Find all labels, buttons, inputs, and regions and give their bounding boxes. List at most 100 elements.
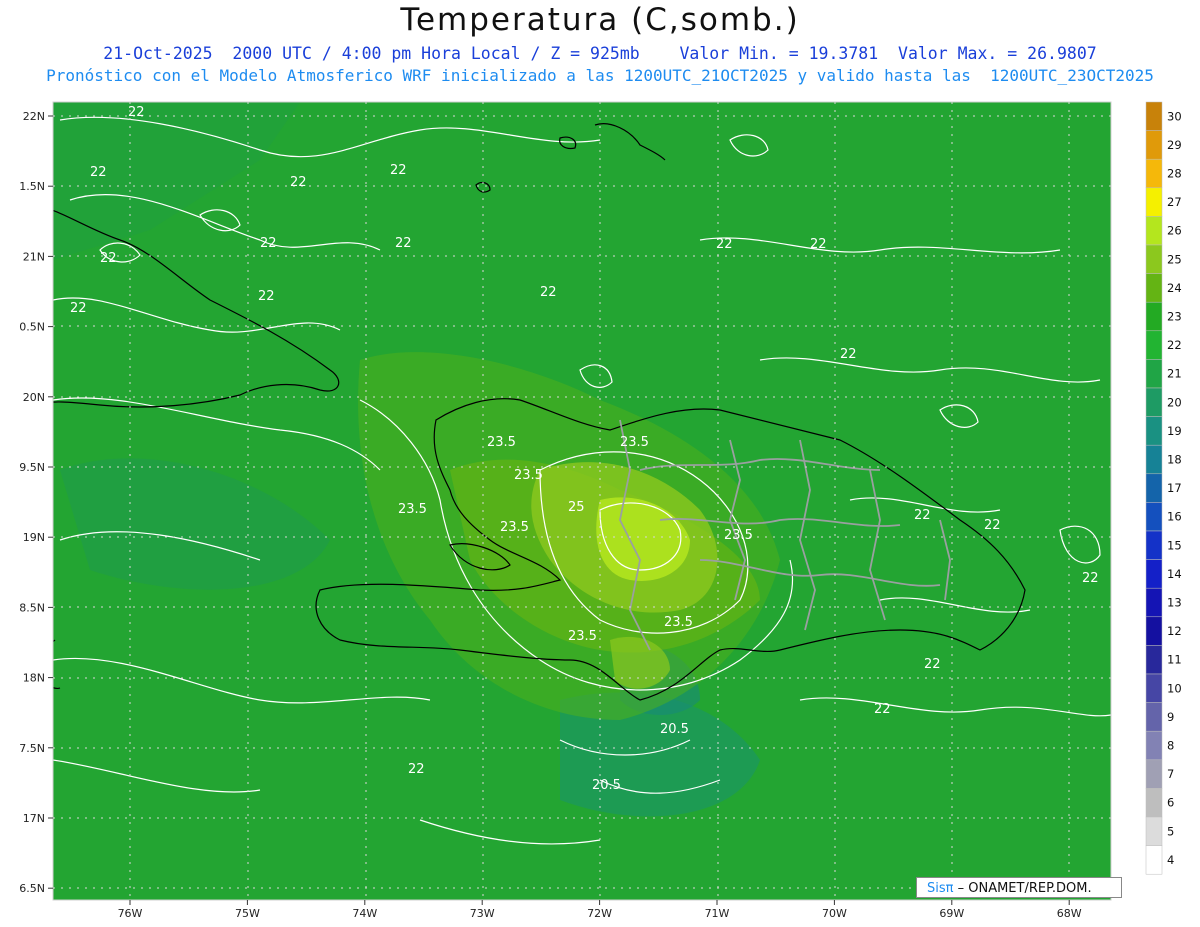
contour-label: 22	[90, 165, 107, 180]
legend-swatch	[1145, 816, 1163, 846]
lon-tick-label: 69W	[939, 907, 964, 920]
contour-label: 22	[840, 347, 857, 362]
legend-swatch	[1145, 502, 1163, 532]
contour-label: 22	[390, 163, 407, 178]
contour-label: 22	[258, 289, 275, 304]
contour-label: 22	[290, 175, 307, 190]
contour-label: 22	[70, 301, 87, 316]
lat-tick-label: 20N	[23, 391, 45, 404]
legend-swatch	[1145, 101, 1163, 131]
credit-box: Sisπ – ONAMET/REP.DOM.	[916, 877, 1122, 898]
legend-label: 12	[1167, 624, 1182, 638]
legend-label: 26	[1167, 224, 1182, 238]
legend-label: 19	[1167, 424, 1182, 438]
legend-swatch	[1145, 444, 1163, 475]
shaded-field: 22 22 22 22 22 22 22 22 22 22 23.5 23.5 …	[53, 102, 1111, 900]
legend-label: 14	[1167, 567, 1182, 581]
lat-tick-label: 8.5N	[19, 601, 45, 614]
contour-label: 23.5	[664, 615, 693, 630]
contour-label: 22	[914, 508, 931, 523]
contour-label: 23.5	[724, 528, 753, 543]
lat-tick-label: 9.5N	[19, 461, 45, 474]
lon-tick-label: 68W	[1057, 907, 1082, 920]
legend-label: 13	[1167, 596, 1182, 610]
lat-tick-label: 7.5N	[19, 742, 45, 755]
contour-label: 22	[874, 702, 891, 717]
legend-swatch	[1145, 616, 1163, 646]
legend-swatch	[1145, 759, 1163, 789]
contour-label: 22	[1082, 571, 1099, 586]
contour-label: 22	[984, 518, 1001, 533]
contour-label: 22	[716, 237, 733, 252]
contour-label: 23.5	[500, 520, 529, 535]
contour-label: 22	[260, 236, 277, 251]
sispi-logo: Sisπ	[927, 881, 954, 896]
legend-label: 17	[1167, 481, 1182, 495]
legend-label: 23	[1167, 310, 1182, 324]
legend-swatch	[1145, 130, 1163, 160]
contour-label: 23.5	[568, 629, 597, 644]
legend-swatch	[1145, 788, 1163, 818]
lat-tick-label: 18N	[23, 672, 45, 685]
legend-label: 24	[1167, 281, 1182, 295]
latitude-axis: 22N 1.5N 21N 0.5N 20N 9.5N 19N 8.5N 18N 7.5N 17N 6.…	[19, 110, 53, 895]
credit-text: – ONAMET/REP.DOM.	[957, 881, 1092, 896]
lat-tick-label: 17N	[23, 812, 45, 825]
lat-tick-label: 21N	[23, 250, 45, 263]
legend-label: 11	[1167, 653, 1182, 667]
contour-label: 25	[568, 500, 585, 515]
legend-label: 27	[1167, 195, 1182, 209]
legend-swatch	[1145, 359, 1163, 389]
legend-swatch	[1145, 845, 1163, 875]
contour-label: 23.5	[620, 435, 649, 450]
contour-label: 22	[810, 237, 827, 252]
legend-label: 25	[1167, 252, 1182, 266]
legend-swatch	[1145, 330, 1163, 360]
contour-label: 22	[100, 251, 117, 266]
contour-label: 20.5	[660, 722, 689, 737]
contour-label: 23.5	[514, 468, 543, 483]
contour-label: 22	[395, 236, 412, 251]
lon-tick-label: 73W	[470, 907, 495, 920]
legend-label: 10	[1167, 681, 1182, 695]
legend-label: 16	[1167, 510, 1182, 524]
lat-tick-label: 6.5N	[19, 882, 45, 895]
legend-label: 30	[1167, 109, 1182, 123]
temperature-map: 22 22 22 22 22 22 22 22 22 22 23.5 23.5 …	[19, 101, 1182, 920]
legend-label: 4	[1167, 853, 1174, 867]
legend-swatch	[1145, 702, 1163, 732]
legend-label: 15	[1167, 538, 1182, 552]
lat-tick-label: 22N	[23, 110, 45, 123]
legend-label: 29	[1167, 138, 1182, 152]
legend-swatch	[1145, 530, 1163, 560]
legend-swatch	[1145, 587, 1163, 618]
legend-swatch	[1145, 559, 1163, 589]
lon-tick-label: 76W	[118, 907, 143, 920]
legend-label: 9	[1167, 710, 1174, 724]
lat-tick-label: 0.5N	[19, 321, 45, 334]
legend-label: 20	[1167, 395, 1182, 409]
contour-label: 22	[128, 105, 145, 120]
legend-label: 21	[1167, 367, 1182, 381]
legend-swatch	[1145, 416, 1163, 446]
legend-swatch	[1145, 244, 1163, 274]
legend-label: 8	[1167, 739, 1174, 753]
legend-label: 18	[1167, 453, 1182, 467]
contour-label: 22	[540, 285, 557, 300]
legend-label: 28	[1167, 167, 1182, 181]
legend-label: 6	[1167, 796, 1174, 810]
lat-tick-label: 19N	[23, 531, 45, 544]
lat-tick-label: 1.5N	[19, 180, 45, 193]
legend-swatch	[1145, 216, 1163, 246]
color-legend: 30 29 28 27 26 25 24 23 22 21 20 19 18 17 16 15 14 13 12 11…	[1145, 101, 1182, 875]
legend-swatch	[1145, 301, 1163, 332]
lon-tick-label: 74W	[352, 907, 377, 920]
legend-label: 7	[1167, 767, 1174, 781]
legend-swatch	[1145, 473, 1163, 503]
contour-label: 20.5	[592, 778, 621, 793]
legend-label: 22	[1167, 338, 1182, 352]
legend-swatch	[1145, 730, 1163, 761]
legend-swatch	[1145, 158, 1163, 189]
lon-tick-label: 72W	[587, 907, 612, 920]
legend-swatch	[1145, 273, 1163, 303]
